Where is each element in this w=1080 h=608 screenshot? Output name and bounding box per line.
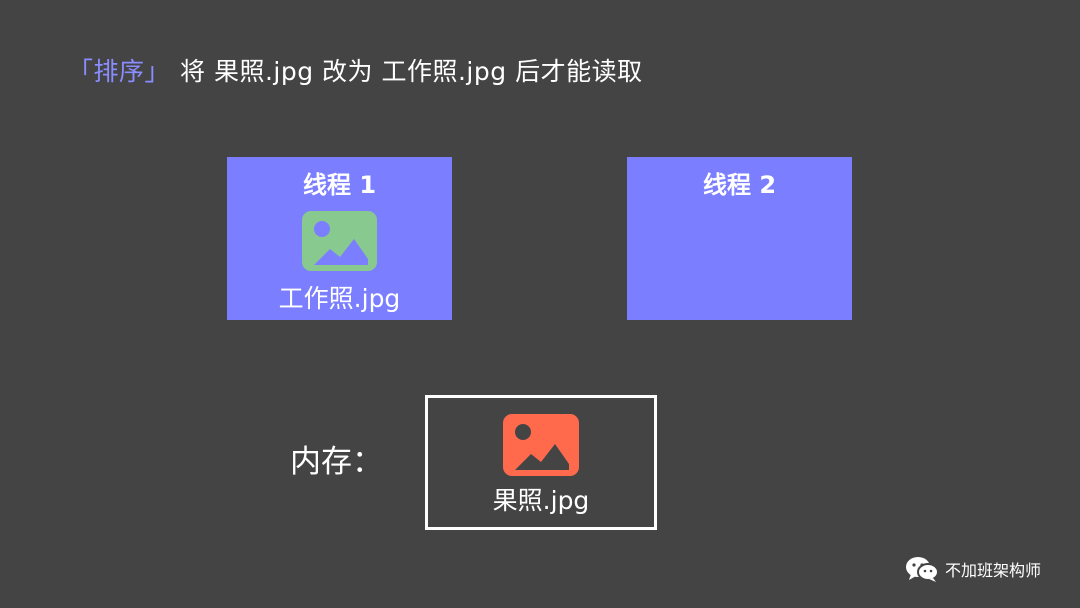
thread-1-title: 线程 1: [302, 171, 377, 199]
thread-1-box: 线程 1 工作照.jpg: [227, 157, 452, 320]
image-icon: [503, 414, 579, 476]
wechat-icon: [906, 557, 939, 582]
watermark-text: 不加班架构师: [945, 561, 1042, 580]
memory-file-label: 果照.jpg: [492, 486, 590, 515]
thread-1-file-label: 工作照.jpg: [278, 284, 401, 313]
thread-2-box: 线程 2: [627, 157, 852, 320]
watermark: 不加班架构师: [905, 556, 1041, 582]
headline: 「排序」 将 果照.jpg 改为 工作照.jpg 后才能读取: [68, 50, 643, 90]
image-icon: [302, 211, 377, 271]
memory-label: 内存：: [290, 444, 383, 480]
thread-2-title: 线程 2: [702, 171, 777, 199]
memory-box: 果照.jpg: [425, 395, 657, 530]
headline-text: 将 果照.jpg 改为 工作照.jpg 后才能读取: [180, 57, 643, 86]
headline-accent: 「排序」: [68, 57, 171, 86]
slide: 「排序」 将 果照.jpg 改为 工作照.jpg 后才能读取 线程 1 工作照.…: [0, 0, 1080, 608]
